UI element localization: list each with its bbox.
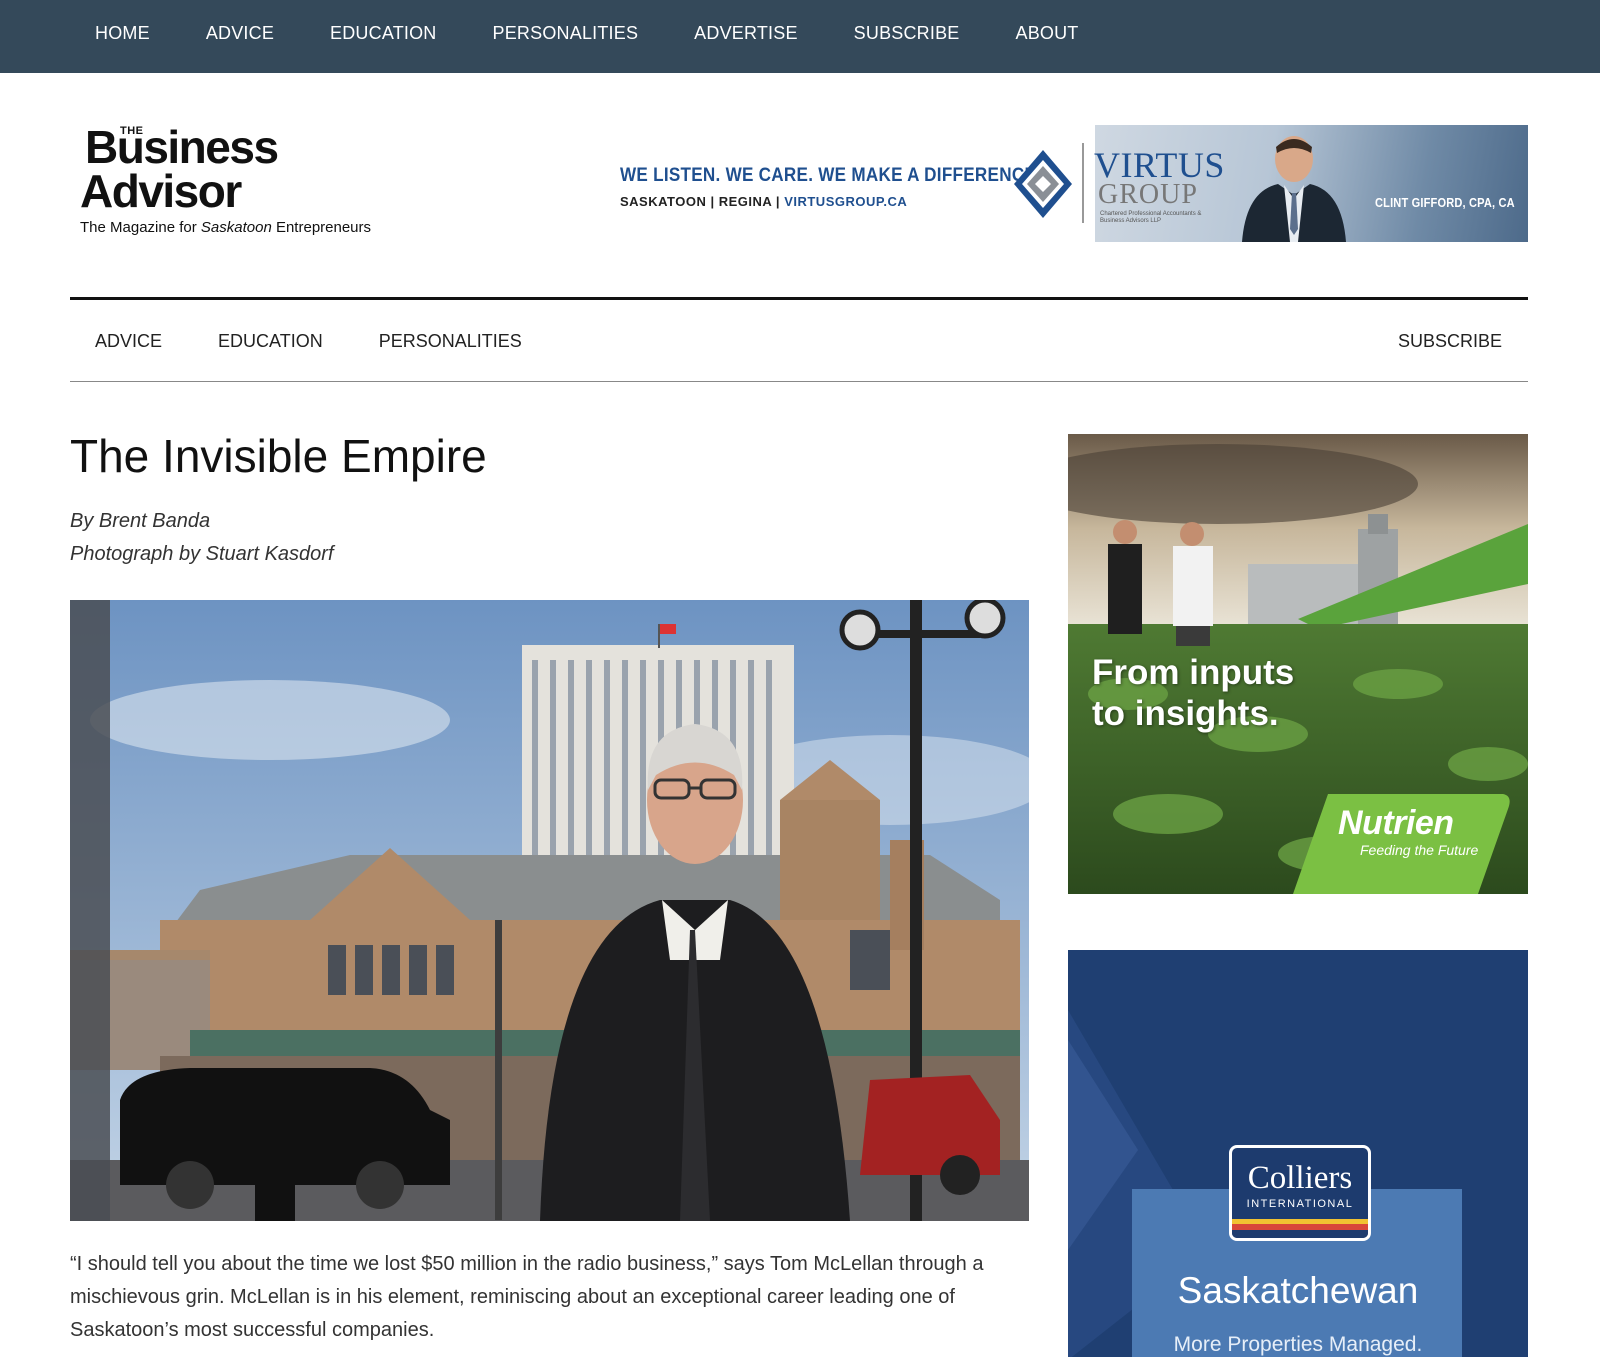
header-banner-ad[interactable]: WE LISTEN. WE CARE. WE MAKE A DIFFERENCE… xyxy=(612,125,1528,242)
sidebar-ad-colliers[interactable]: Colliers INTERNATIONAL Saskatchewan More… xyxy=(1068,950,1528,1357)
article-hero-photo xyxy=(70,600,1029,1221)
top-navigation-bar: HOME ADVICE EDUCATION PERSONALITIES ADVE… xyxy=(0,0,1600,73)
sec-nav-subscribe[interactable]: SUBSCRIBE xyxy=(1398,330,1502,352)
banner-divider xyxy=(1082,143,1084,223)
top-nav-about[interactable]: ABOUT xyxy=(1016,22,1079,44)
hero-photo-illustration xyxy=(70,600,1029,1221)
sidebar-ad-nutrien[interactable]: From inputs to insights. Nutrien Feeding… xyxy=(1068,434,1528,894)
nutrien-logo: Nutrien xyxy=(1338,804,1454,842)
banner-slogan: WE LISTEN. WE CARE. WE MAKE A DIFFERENCE… xyxy=(620,165,1042,186)
logo-tagline: The Magazine for Saskatoon Entrepreneurs xyxy=(80,219,372,236)
top-nav-education[interactable]: EDUCATION xyxy=(330,22,436,44)
article-first-paragraph: “I should tell you about the time we los… xyxy=(70,1253,984,1341)
top-nav-advice[interactable]: ADVICE xyxy=(206,22,274,44)
banner-person-image xyxy=(1242,136,1346,242)
banner-brand-small: Chartered Professional Accountants & Bus… xyxy=(1100,211,1202,224)
banner-cities: SASKATOON | REGINA | VIRTUSGROUP.CA xyxy=(620,194,908,209)
sec-nav-advice[interactable]: ADVICE xyxy=(95,330,162,352)
article-title: The Invisible Empire xyxy=(70,430,487,482)
site-logo[interactable]: THE Business Advisor The Magazine for Sa… xyxy=(80,122,400,247)
top-nav-advertise[interactable]: ADVERTISE xyxy=(694,22,798,44)
top-nav-menu: HOME ADVICE EDUCATION PERSONALITIES ADVE… xyxy=(95,22,1135,44)
logo-line-advisor: Advisor xyxy=(80,165,242,217)
colliers-region: Saskatchewan xyxy=(1177,1270,1419,1311)
top-nav-subscribe[interactable]: SUBSCRIBE xyxy=(854,22,960,44)
banner-person-name: CLINT GIFFORD, CPA, CA xyxy=(1375,195,1515,210)
top-nav-home[interactable]: HOME xyxy=(95,22,150,44)
colliers-logo: Colliers INTERNATIONAL xyxy=(1229,1145,1371,1241)
nutrien-tagline: Feeding the Future xyxy=(1360,842,1479,858)
top-nav-personalities[interactable]: PERSONALITIES xyxy=(493,22,639,44)
banner-brand-virtus: VIRTUS xyxy=(1094,145,1225,185)
article-author: By Brent Banda xyxy=(70,510,211,532)
article-byline: By Brent Banda Photograph by Stuart Kasd… xyxy=(70,505,334,571)
secondary-nav: ADVICE EDUCATION PERSONALITIES xyxy=(95,330,578,352)
article-photo-credit: Photograph by Stuart Kasdorf xyxy=(70,543,334,565)
sec-nav-personalities[interactable]: PERSONALITIES xyxy=(379,330,522,352)
banner-brand-group: GROUP xyxy=(1098,179,1198,210)
virtus-diamond-icon xyxy=(1014,150,1072,218)
colliers-tagline: More Properties Managed. xyxy=(1173,1333,1423,1356)
sec-nav-education[interactable]: EDUCATION xyxy=(218,330,323,352)
secondary-nav-bottom-rule xyxy=(70,381,1528,382)
secondary-nav-top-rule xyxy=(70,297,1528,300)
nutrien-headline: From inputs to insights. xyxy=(1092,653,1295,733)
